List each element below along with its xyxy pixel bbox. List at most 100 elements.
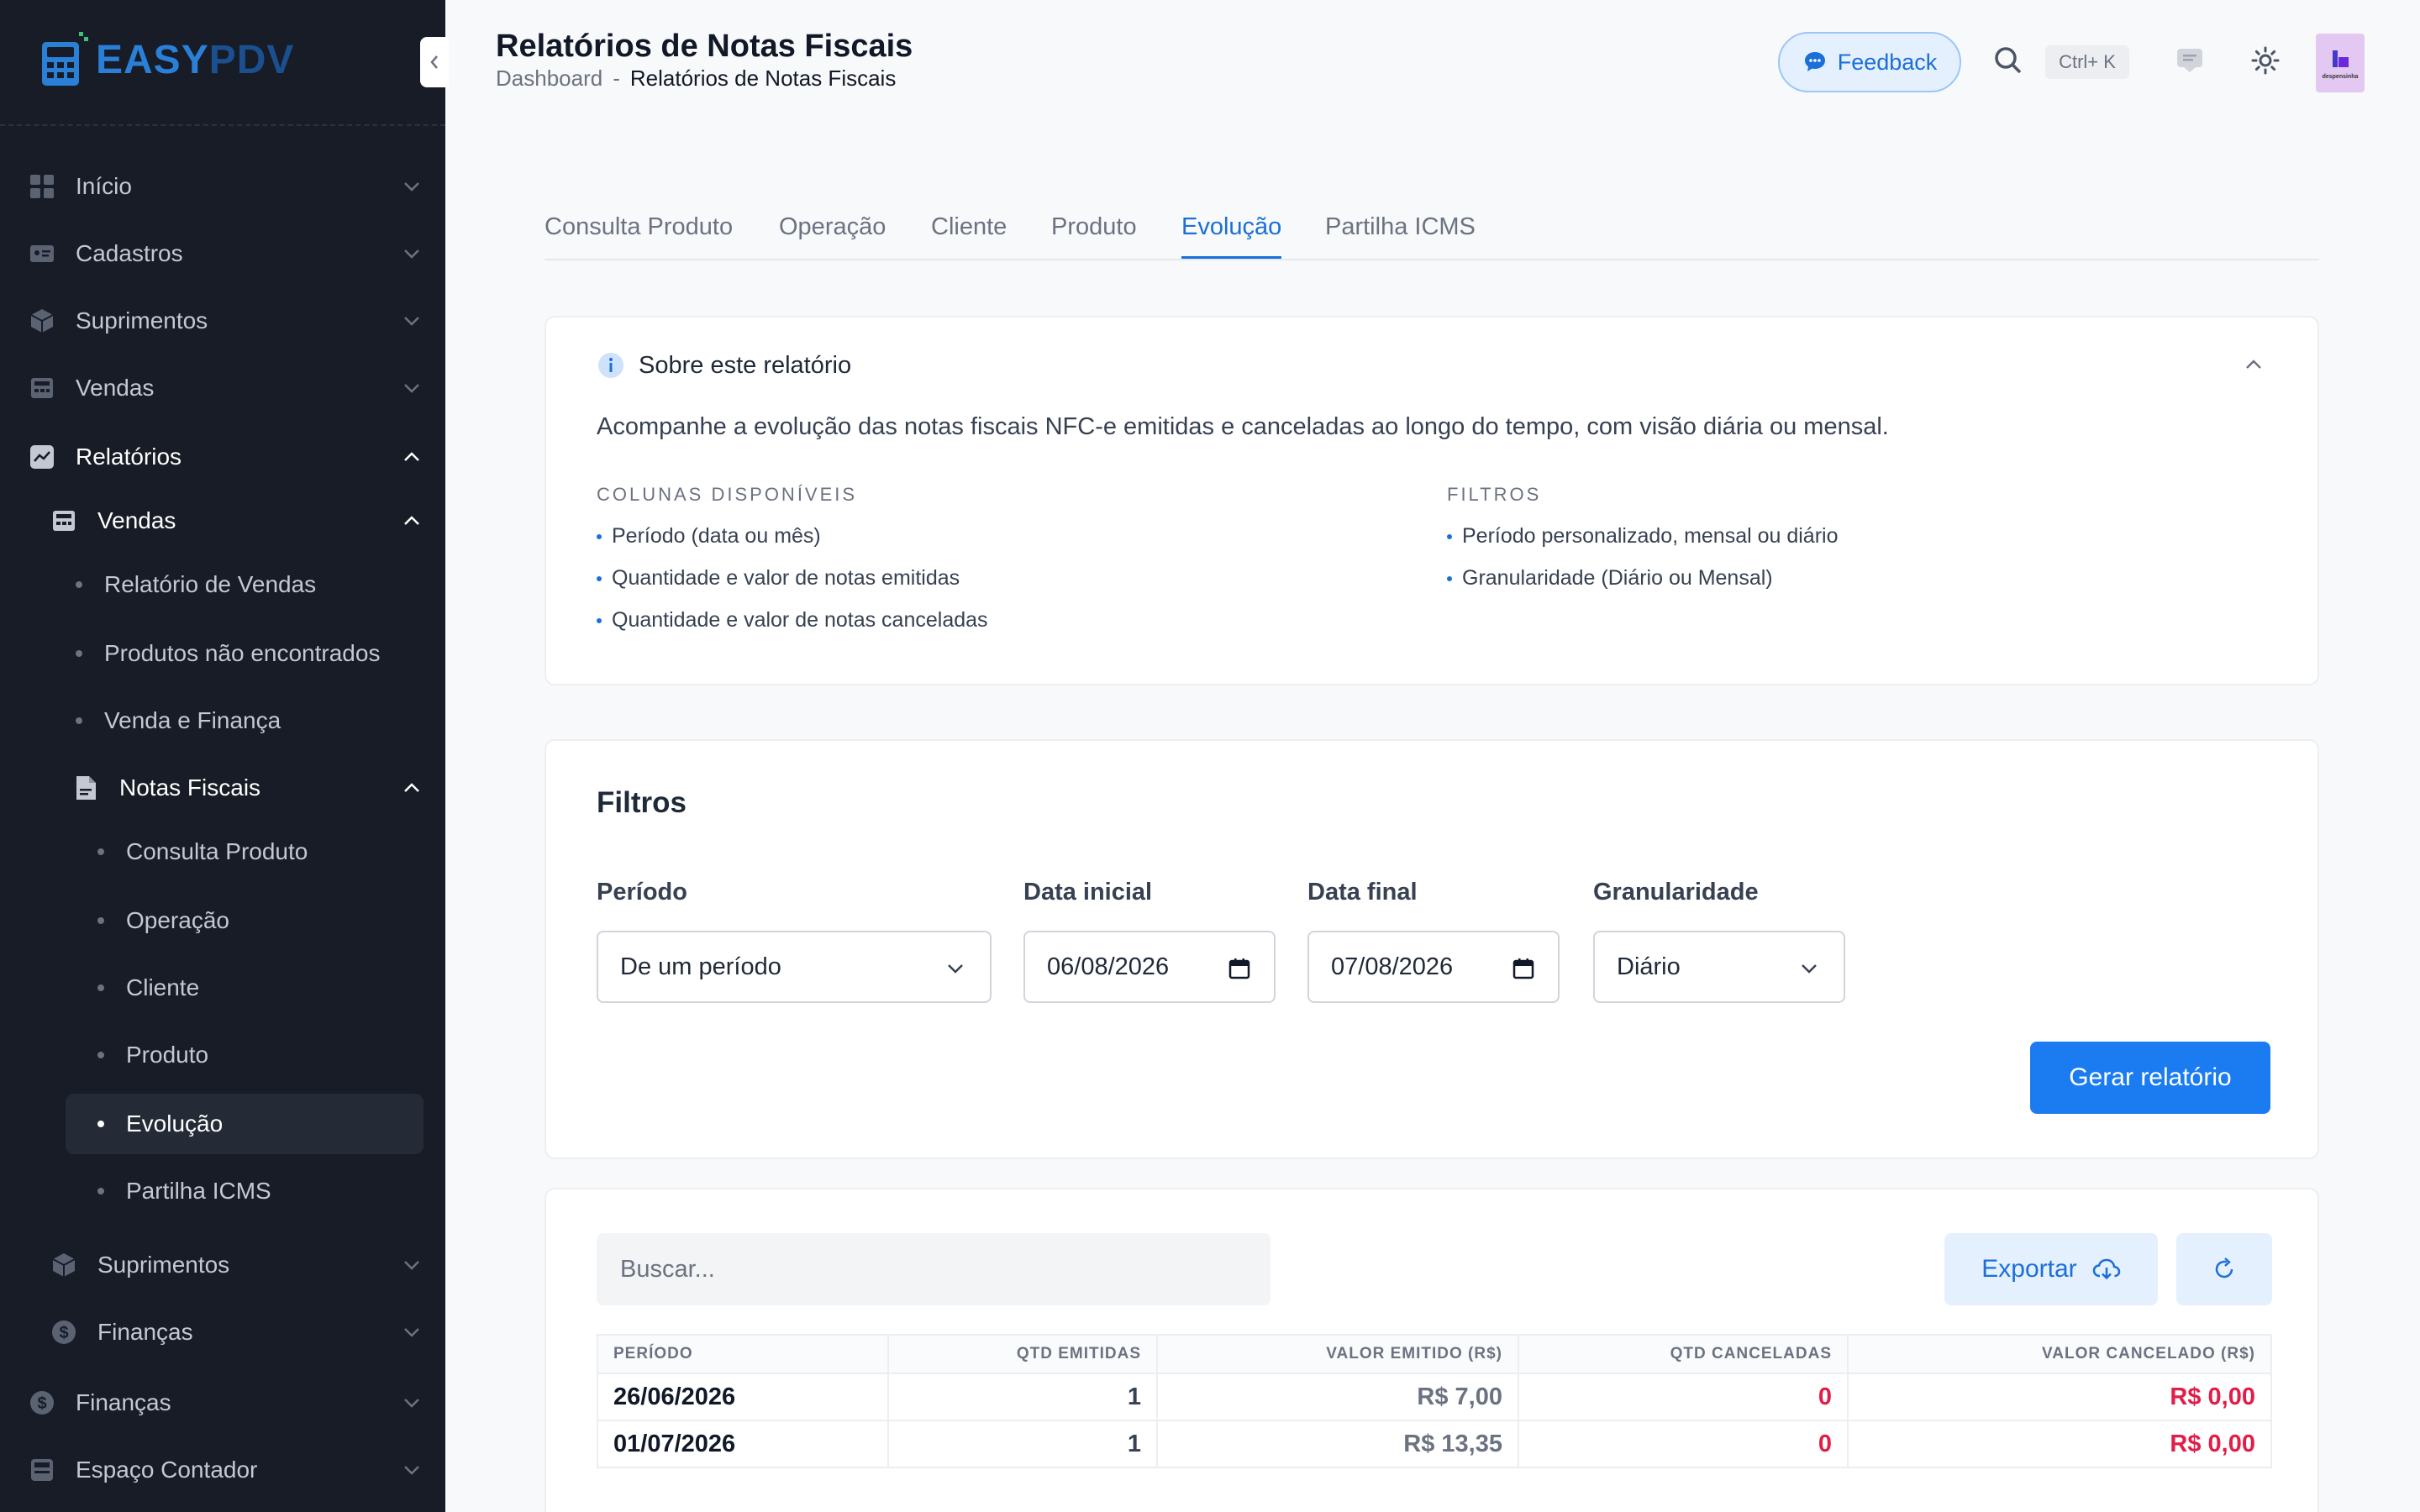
grid-icon <box>29 173 55 200</box>
sidebar-item-label: Cliente <box>126 974 200 1000</box>
breadcrumb-link-dashboard[interactable]: Dashboard <box>496 66 602 92</box>
calendar-icon[interactable] <box>1227 956 1252 981</box>
sidebar-group-label: Vendas <box>97 507 176 533</box>
sidebar-item-consulta-produto[interactable]: Consulta Produto <box>0 822 445 882</box>
sidebar-item-relatorios[interactable]: Relatórios <box>0 427 445 487</box>
column-header-valor-cancelado[interactable]: VALOR CANCELADO (R$) <box>1847 1334 2272 1374</box>
svg-text:$: $ <box>59 1324 68 1342</box>
chevron-up-icon <box>2246 360 2261 369</box>
filters-list: Período personalizado, mensal ou diário … <box>1447 524 1839 608</box>
tab-evolucao[interactable]: Evolução <box>1181 213 1282 259</box>
sidebar-item-cliente[interactable]: Cliente <box>0 958 445 1018</box>
tab-operacao[interactable]: Operação <box>779 213 886 256</box>
tab-produto[interactable]: Produto <box>1051 213 1137 256</box>
tab-partilha-icms[interactable]: Partilha ICMS <box>1325 213 1476 256</box>
feedback-button[interactable]: Feedback <box>1778 32 1961 92</box>
table-row: 26/06/2026 1 R$ 7,00 0 R$ 0,00 <box>597 1373 2272 1421</box>
sidebar-item-produto[interactable]: Produto <box>0 1025 445 1085</box>
sidebar-item-vendas[interactable]: Vendas <box>0 358 445 418</box>
sidebar-item-espaco-contador[interactable]: Espaço Contador <box>0 1440 445 1500</box>
sidebar-item-partilha-icms[interactable]: Partilha ICMS <box>0 1161 445 1221</box>
search-shortcut-hint: Ctrl+ K <box>2045 45 2129 79</box>
column-header-qtd-emitidas[interactable]: QTD EMITIDAS <box>887 1334 1158 1374</box>
column-header-qtd-canceladas[interactable]: QTD CANCELADAS <box>1518 1334 1849 1374</box>
sidebar-item-cadastros[interactable]: Cadastros <box>0 223 445 284</box>
cell-periodo: 26/06/2026 <box>597 1373 889 1421</box>
tab-consulta-produto[interactable]: Consulta Produto <box>544 213 733 256</box>
sidebar-item-financas[interactable]: $ Finanças <box>0 1373 445 1433</box>
table-header-row: PERÍODO QTD EMITIDAS VALOR EMITIDO (R$) … <box>597 1334 2272 1374</box>
chat-bubble-icon <box>1804 52 1825 71</box>
register-icon <box>29 375 55 402</box>
data-inicial-input[interactable]: 06/08/2026 <box>1023 931 1276 1003</box>
breadcrumb: Dashboard - Relatórios de Notas Fiscais <box>496 66 896 92</box>
sidebar-group-vendas[interactable]: Vendas <box>0 491 445 551</box>
avatar[interactable]: despensinha <box>2316 34 2365 92</box>
generate-report-button[interactable]: Gerar relatório <box>2030 1042 2270 1114</box>
data-final-input[interactable]: 07/08/2026 <box>1307 931 1560 1003</box>
sidebar-item-label: Produtos não encontrados <box>104 640 381 666</box>
theme-toggle-button[interactable] <box>2247 42 2284 79</box>
sidebar-item-relatorio-vendas[interactable]: Relatório de Vendas <box>0 554 445 615</box>
sidebar-item-produtos-nao-encontrados[interactable]: Produtos não encontrados <box>0 623 445 684</box>
about-report-card: Sobre este relatório Acompanhe a evoluçã… <box>544 316 2319 685</box>
bullet-dot <box>76 650 82 657</box>
sidebar-group-financas[interactable]: $ Finanças <box>0 1302 445 1362</box>
search-field[interactable] <box>597 1233 1270 1305</box>
cell-valor-cancelado: R$ 0,00 <box>1847 1420 2272 1468</box>
document-icon <box>72 774 99 801</box>
sidebar-item-label: Relatório de Vendas <box>104 571 317 597</box>
about-header[interactable]: Sobre este relatório <box>597 351 851 380</box>
sidebar-group-label: Suprimentos <box>97 1252 230 1278</box>
app-logo[interactable]: EASYPDV <box>39 30 294 89</box>
sidebar-item-venda-e-financa[interactable]: Venda e Finança <box>0 690 445 751</box>
granularidade-select[interactable]: Diário <box>1593 931 1845 1003</box>
about-title: Sobre este relatório <box>639 351 852 379</box>
bullet-dot <box>597 618 602 623</box>
columns-section-title: COLUNAS DISPONÍVEIS <box>597 484 858 505</box>
export-button[interactable]: Exportar <box>1944 1233 2158 1305</box>
messages-button[interactable] <box>2171 42 2208 79</box>
tab-cliente[interactable]: Cliente <box>931 213 1007 256</box>
sidebar-item-operacao[interactable]: Operação <box>0 890 445 951</box>
bullet-dot <box>97 984 104 991</box>
sidebar-group-label: Notas Fiscais <box>119 774 261 801</box>
filters-title: Filtros <box>597 786 687 819</box>
id-card-icon <box>29 240 55 267</box>
logo-word-pdv: PDV <box>208 37 295 82</box>
sidebar-item-label: Finanças <box>76 1389 171 1415</box>
results-table: PERÍODO QTD EMITIDAS VALOR EMITIDO (R$) … <box>597 1334 2272 1468</box>
sidebar-group-notas-fiscais[interactable]: Notas Fiscais <box>0 758 445 818</box>
list-item-text: Quantidade e valor de notas canceladas <box>612 608 988 632</box>
column-header-periodo[interactable]: PERÍODO <box>597 1334 889 1374</box>
chevron-left-icon <box>430 55 438 69</box>
collapse-about-button[interactable] <box>2240 351 2267 378</box>
dollar-icon: $ <box>50 1319 77 1346</box>
bullet-dot <box>97 1121 104 1127</box>
column-header-valor-emitido[interactable]: VALOR EMITIDO (R$) <box>1156 1334 1519 1374</box>
sidebar: EASYPDV Início Cadastros Suprimentos Ven… <box>0 0 445 1512</box>
svg-text:$: $ <box>37 1394 46 1413</box>
sidebar-item-evolucao[interactable]: Evolução <box>0 1094 445 1154</box>
search-input[interactable] <box>597 1233 1270 1305</box>
box-icon <box>29 307 55 334</box>
bullet-dot <box>597 576 602 581</box>
columns-list: Período (data ou mês) Quantidade e valor… <box>597 524 988 650</box>
sidebar-item-inicio[interactable]: Início <box>0 156 445 217</box>
sidebar-group-suprimentos[interactable]: Suprimentos <box>0 1235 445 1295</box>
list-item: Período personalizado, mensal ou diário <box>1447 524 1839 566</box>
chevron-up-icon <box>400 445 424 469</box>
sidebar-item-label: Partilha ICMS <box>126 1178 271 1204</box>
calendar-icon[interactable] <box>1511 956 1536 981</box>
sidebar-collapse-button[interactable] <box>420 37 449 87</box>
search-button[interactable] <box>1991 44 2025 77</box>
bullet-dot <box>97 1188 104 1194</box>
sidebar-item-label: Relatórios <box>76 444 182 470</box>
sidebar-item-suprimentos[interactable]: Suprimentos <box>0 291 445 351</box>
export-label: Exportar <box>1981 1255 2077 1283</box>
sidebar-item-label: Vendas <box>76 375 155 401</box>
sidebar-item-label: Operação <box>126 907 229 933</box>
refresh-button[interactable] <box>2176 1233 2272 1305</box>
message-icon <box>2177 49 2202 72</box>
periodo-select[interactable]: De um período <box>597 931 992 1003</box>
